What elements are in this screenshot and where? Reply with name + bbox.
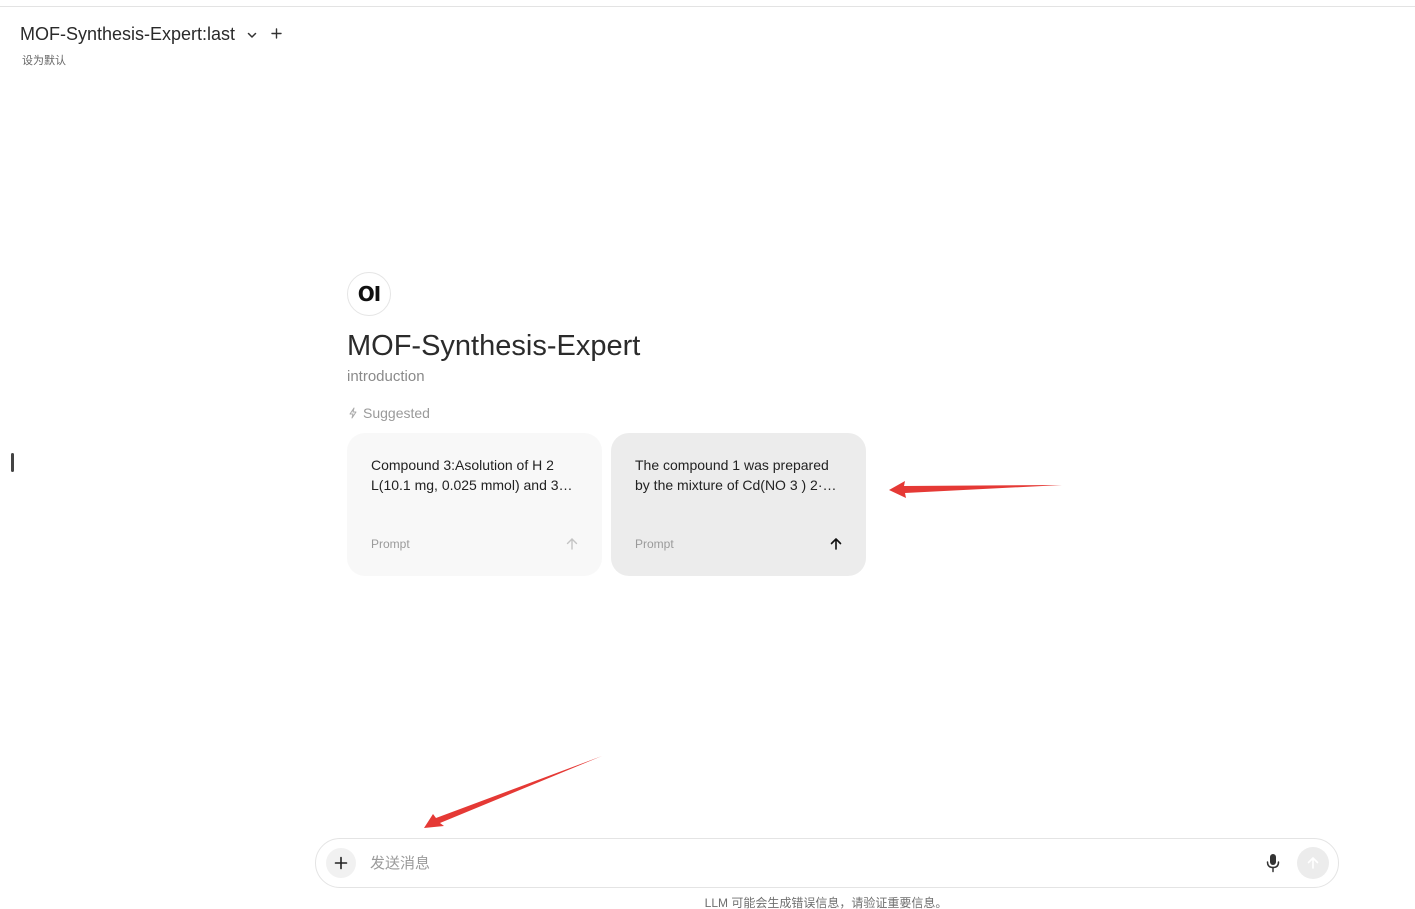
welcome-section: OI MOF-Synthesis-Expert introduction Sug… [347, 272, 887, 421]
message-input[interactable] [368, 853, 1261, 873]
arrow-up-icon[interactable] [828, 536, 844, 552]
page-title: MOF-Synthesis-Expert [347, 330, 641, 362]
model-name[interactable]: MOF-Synthesis-Expert:last [20, 24, 235, 45]
suggestion-label: Prompt [371, 537, 410, 551]
arrow-up-icon [1307, 857, 1319, 869]
message-composer [315, 838, 1339, 888]
annotation-arrow [889, 481, 1062, 498]
add-model-button[interactable] [271, 27, 282, 43]
attach-button[interactable] [326, 848, 356, 878]
microphone-icon [1266, 854, 1280, 873]
chevron-down-icon[interactable] [245, 28, 259, 42]
suggestion-card[interactable]: Compound 3:Asolution of H 2 L(10.1 mg, 0… [347, 433, 602, 576]
send-button[interactable] [1297, 847, 1329, 879]
disclaimer-text: LLM 可能会生成错误信息，请验证重要信息。 [704, 896, 948, 909]
arrow-up-icon[interactable] [564, 536, 580, 552]
plus-icon [271, 27, 282, 39]
set-default-link[interactable]: 设为默认 [22, 52, 66, 68]
annotation-arrow [424, 756, 602, 828]
model-selector[interactable]: MOF-Synthesis-Expert:last [20, 24, 282, 45]
top-divider [0, 6, 1415, 7]
model-description: introduction [347, 368, 425, 385]
sidebar-toggle-handle[interactable] [11, 453, 14, 472]
suggested-heading: Suggested [347, 405, 887, 421]
suggestion-cards: Compound 3:Asolution of H 2 L(10.1 mg, 0… [347, 433, 866, 576]
suggestion-text: Compound 3:Asolution of H 2 L(10.1 mg, 0… [371, 457, 559, 493]
suggestion-label: Prompt [635, 537, 674, 551]
suggestion-text: The compound 1 was prepared by the mixtu… [635, 457, 841, 493]
voice-input-button[interactable] [1261, 851, 1285, 875]
suggested-label: Suggested [363, 405, 430, 421]
suggestion-card[interactable]: The compound 1 was prepared by the mixtu… [611, 433, 866, 576]
model-avatar: OI [347, 272, 391, 316]
plus-icon [334, 856, 348, 870]
lightning-icon [349, 407, 357, 419]
